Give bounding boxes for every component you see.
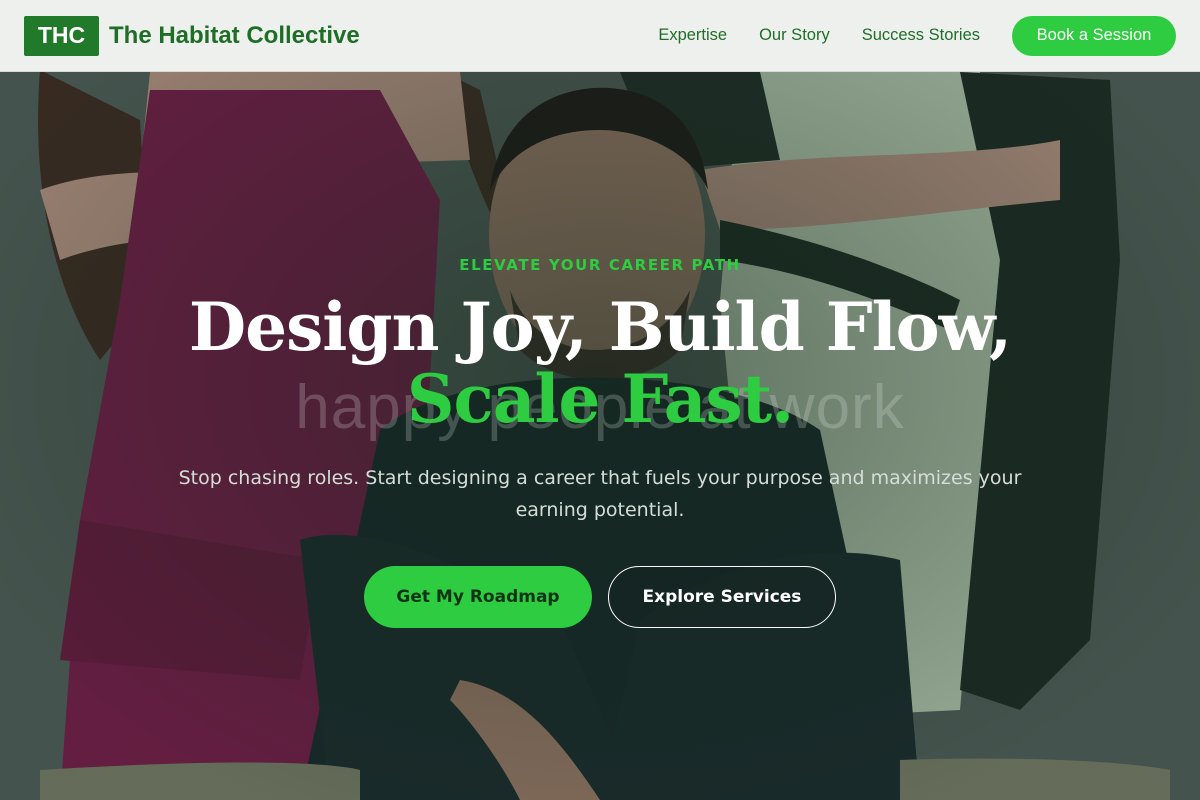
nav-link-expertise[interactable]: Expertise	[658, 26, 727, 45]
book-session-button[interactable]: Book a Session	[1012, 15, 1176, 56]
hero-headline-line1: Design Joy, Build Flow,	[188, 288, 1012, 366]
hero-headline-line2: Scale Fast.	[406, 360, 794, 438]
hero-subtext: Stop chasing roles. Start designing a ca…	[178, 467, 1022, 521]
nav-link-success-stories[interactable]: Success Stories	[862, 26, 980, 45]
get-roadmap-button[interactable]: Get My Roadmap	[364, 566, 592, 628]
explore-services-button[interactable]: Explore Services	[608, 566, 836, 628]
nav-link-our-story[interactable]: Our Story	[759, 26, 830, 45]
main-nav: Expertise Our Story Success Stories Book…	[658, 15, 1176, 56]
site-header: THC The Habitat Collective Expertise Our…	[0, 0, 1200, 72]
brand-name[interactable]: The Habitat Collective	[109, 22, 360, 50]
hero-eyebrow: ELEVATE YOUR CAREER PATH	[459, 256, 741, 274]
logo-badge[interactable]: THC	[24, 15, 99, 56]
